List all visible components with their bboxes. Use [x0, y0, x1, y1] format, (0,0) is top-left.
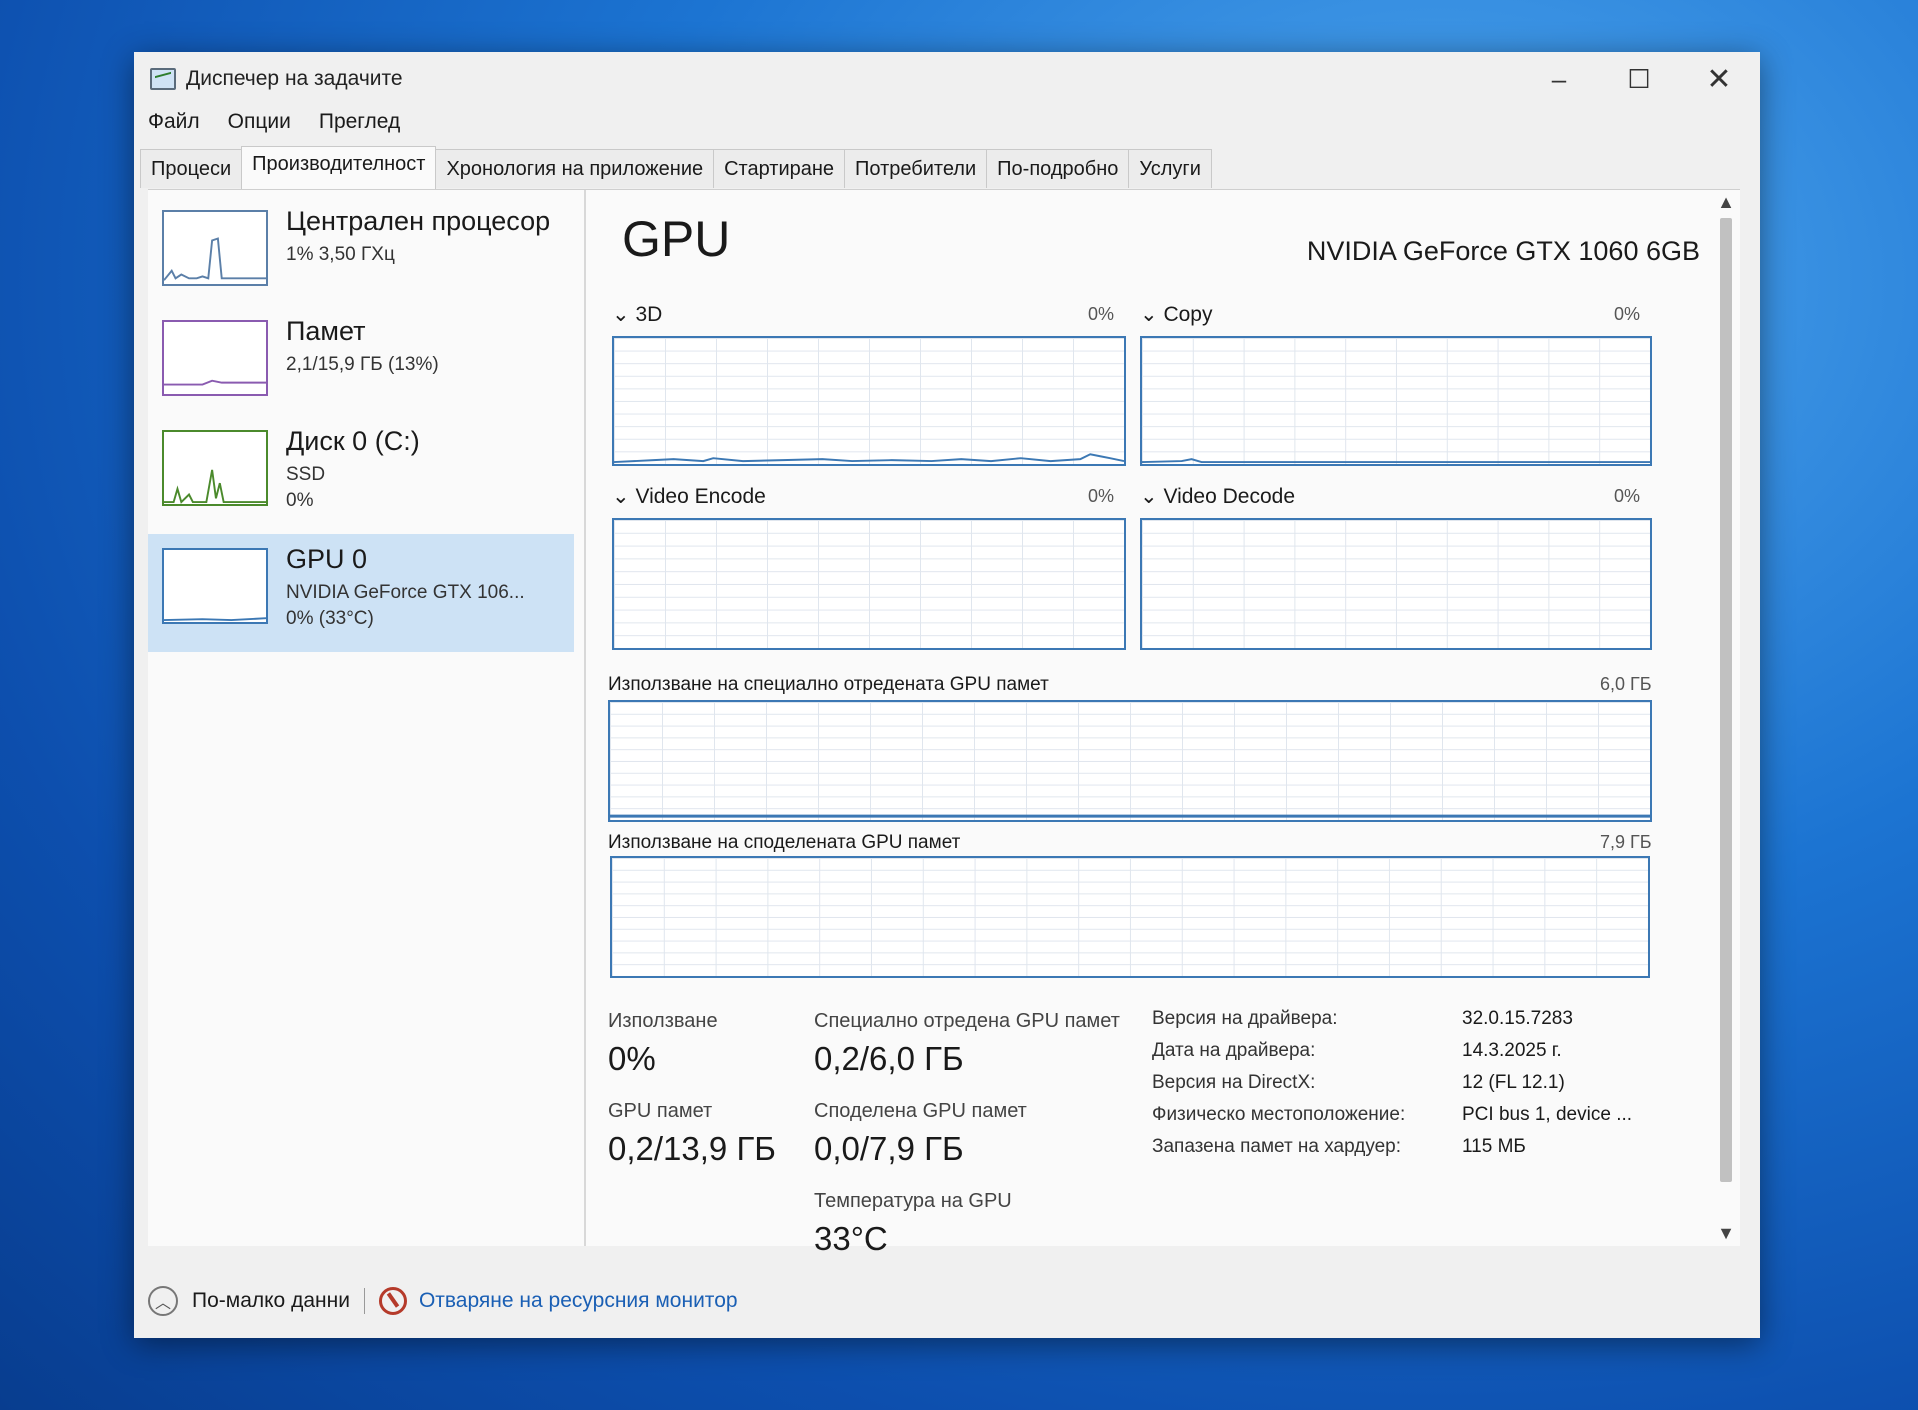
title-bar[interactable]: Диспечер на задачите – ☐ ✕	[134, 52, 1760, 106]
tab-bar: Процеси Производителност Хронология на п…	[140, 146, 1212, 189]
gpu-memory-label: GPU памет	[608, 1100, 713, 1122]
tab-details[interactable]: По-подробно	[986, 149, 1130, 188]
chevron-down-icon: ⌄	[1140, 485, 1158, 508]
close-button[interactable]: ✕	[1680, 52, 1758, 106]
open-resource-monitor-link[interactable]: Отваряне на ресурсния монитор	[419, 1289, 738, 1313]
disk-thumbnail-graph	[162, 430, 268, 506]
gpu-memory-value: 0,2/13,9 ГБ	[608, 1130, 776, 1167]
engine-3d-label[interactable]: ⌄ 3D	[612, 302, 662, 327]
disk-usage: 0%	[286, 490, 314, 511]
driver-date-value: 14.3.2025 г.	[1462, 1040, 1562, 1061]
physical-location-value: PCI bus 1, device ...	[1462, 1104, 1633, 1125]
hardware-reserved-memory-value: 115 МБ	[1462, 1136, 1526, 1157]
physical-location-key: Физическо местоположение:	[1152, 1104, 1406, 1125]
memory-title: Памет	[286, 316, 366, 346]
sidebar-item-cpu[interactable]: Централен процесор 1% 3,50 ГХц	[148, 196, 574, 314]
performance-pane: Централен процесор 1% 3,50 ГХц Памет 2,1…	[148, 189, 1740, 1257]
disk-title: Диск 0 (C:)	[286, 426, 420, 456]
driver-version-value: 32.0.15.7283	[1462, 1008, 1573, 1029]
shared-memory-stat-label: Споделена GPU памет	[814, 1100, 1027, 1122]
vertical-scrollbar[interactable]: ▲ ▼	[1716, 190, 1736, 1246]
tab-services[interactable]: Услуги	[1128, 149, 1212, 188]
tab-processes[interactable]: Процеси	[140, 149, 243, 188]
engine-copy-pct: 0%	[1614, 304, 1641, 324]
resource-monitor-icon	[378, 1287, 407, 1315]
shared-memory-label: Използване на споделената GPU памет	[608, 832, 961, 853]
engine-copy-label[interactable]: ⌄ Copy	[1140, 302, 1212, 327]
gpu-title: GPU 0	[286, 544, 368, 574]
sidebar-item-memory[interactable]: Памет 2,1/15,9 ГБ (13%)	[148, 306, 574, 424]
chevron-down-icon: ⌄	[612, 485, 630, 508]
engine-video-encode-graph	[612, 518, 1126, 650]
dedicated-memory-stat-value: 0,2/6,0 ГБ	[814, 1040, 964, 1077]
disk-type: SSD	[286, 464, 326, 485]
menu-bar: Файл Опции Преглед	[148, 110, 400, 134]
maximize-button[interactable]: ☐	[1600, 52, 1678, 106]
menu-options[interactable]: Опции	[228, 110, 291, 134]
scroll-up-icon[interactable]: ▲	[1716, 192, 1736, 213]
chevron-down-icon: ⌄	[1140, 303, 1158, 326]
shared-memory-graph	[610, 856, 1650, 978]
tab-performance[interactable]: Производителност	[241, 146, 437, 189]
memory-thumbnail-graph	[162, 320, 268, 396]
tab-startup[interactable]: Стартиране	[713, 149, 846, 188]
gpu-detail-panel: GPU NVIDIA GeForce GTX 1060 6GB ⌄ 3D 0% …	[600, 190, 1714, 1257]
directx-version-value: 12 (FL 12.1)	[1462, 1072, 1565, 1093]
usage-label: Използване	[608, 1010, 718, 1032]
gpu-model-short: NVIDIA GeForce GTX 106...	[286, 582, 525, 603]
shared-memory-max: 7,9 ГБ	[1600, 832, 1652, 852]
engine-3d-pct: 0%	[1088, 304, 1115, 324]
dedicated-memory-max: 6,0 ГБ	[1600, 674, 1652, 694]
shared-memory-stat-value: 0,0/7,9 ГБ	[814, 1130, 964, 1167]
dedicated-memory-stat-label: Специално отредена GPU памет	[814, 1010, 1120, 1032]
window-title: Диспечер на задачите	[186, 67, 403, 90]
tab-app-history[interactable]: Хронология на приложение	[435, 149, 715, 188]
cpu-usage: 1% 3,50 ГХц	[286, 244, 395, 265]
menu-file[interactable]: Файл	[148, 110, 200, 134]
driver-version-key: Версия на драйвера:	[1152, 1008, 1338, 1029]
engine-video-encode-pct: 0%	[1088, 486, 1115, 506]
engine-video-decode-pct: 0%	[1614, 486, 1641, 506]
menu-view[interactable]: Преглед	[319, 110, 400, 134]
engine-copy-graph	[1140, 336, 1652, 466]
sidebar-item-gpu[interactable]: GPU 0 NVIDIA GeForce GTX 106... 0% (33°C…	[148, 534, 574, 652]
footer-divider	[363, 1288, 365, 1314]
page-title: GPU	[622, 211, 731, 267]
dedicated-memory-graph	[608, 700, 1652, 822]
memory-usage: 2,1/15,9 ГБ (13%)	[286, 354, 439, 375]
gpu-temperature-value: 33°C	[814, 1220, 888, 1257]
chevron-up-circle-icon[interactable]: ︿	[148, 1286, 178, 1316]
fewer-details-link[interactable]: По-малко данни	[192, 1289, 350, 1313]
engine-video-decode-graph	[1140, 518, 1652, 650]
engine-video-decode-label[interactable]: ⌄ Video Decode	[1140, 484, 1295, 509]
usage-value: 0%	[608, 1040, 656, 1077]
sidebar-item-disk[interactable]: Диск 0 (C:) SSD 0%	[148, 416, 574, 534]
engine-video-encode-label[interactable]: ⌄ Video Encode	[612, 484, 766, 509]
tab-users[interactable]: Потребители	[844, 149, 988, 188]
gpu-thumbnail-graph	[162, 548, 268, 624]
minimize-button[interactable]: –	[1520, 52, 1598, 106]
resource-sidebar: Централен процесор 1% 3,50 ГХц Памет 2,1…	[148, 190, 586, 1246]
footer-bar: ︿ По-малко данни Отваряне на ресурсния м…	[148, 1286, 738, 1316]
cpu-title: Централен процесор	[286, 206, 551, 236]
driver-date-key: Дата на драйвера:	[1152, 1040, 1316, 1061]
task-manager-icon	[150, 68, 176, 90]
dedicated-memory-label: Използване на специално отредената GPU п…	[608, 674, 1049, 695]
task-manager-window: Диспечер на задачите – ☐ ✕ Файл Опции Пр…	[134, 52, 1760, 1338]
gpu-temperature-label: Температура на GPU	[814, 1190, 1012, 1212]
scroll-down-icon[interactable]: ▼	[1716, 1223, 1736, 1244]
engine-3d-graph	[612, 336, 1126, 466]
gpu-usage-temp: 0% (33°C)	[286, 608, 374, 629]
directx-version-key: Версия на DirectX:	[1152, 1072, 1316, 1093]
cpu-thumbnail-graph	[162, 210, 268, 286]
scrollbar-thumb[interactable]	[1720, 218, 1732, 1182]
gpu-model-name: NVIDIA GeForce GTX 1060 6GB	[1306, 236, 1700, 266]
chevron-down-icon: ⌄	[612, 303, 630, 326]
hardware-reserved-memory-key: Запазена памет на хардуер:	[1152, 1136, 1402, 1157]
